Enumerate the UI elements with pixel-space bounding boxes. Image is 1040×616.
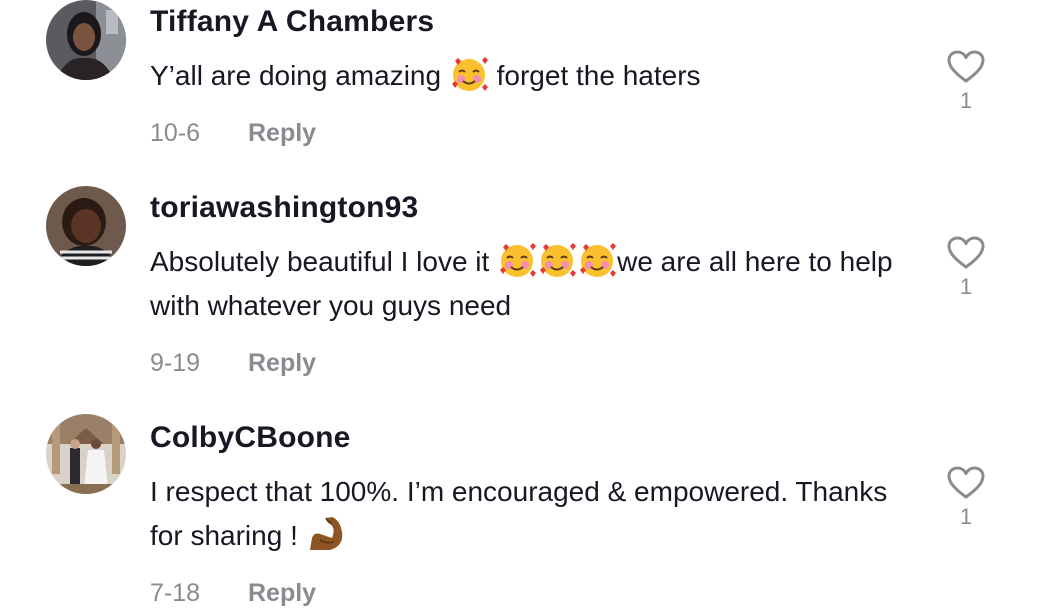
heart-icon [947, 466, 985, 499]
smiling-face-with-hearts-emoji [497, 240, 537, 280]
comment-text: Y’all are doing amazing forget the hater… [150, 54, 910, 98]
comment-body: Tiffany A Chambers Y’all are doing amazi… [150, 4, 910, 148]
like-button[interactable]: 1 [944, 236, 988, 300]
comment-date: 7-18 [150, 579, 201, 607]
like-count: 1 [959, 88, 973, 113]
reply-button[interactable]: Reply [248, 349, 316, 377]
heart-icon [947, 236, 985, 269]
reply-button[interactable]: Reply [248, 579, 316, 607]
avatar-photo-icon [46, 414, 126, 494]
comment-meta: 7-18 Reply [150, 578, 910, 608]
like-count: 1 [959, 504, 973, 529]
like-count: 1 [959, 274, 973, 299]
comment-meta: 9-19 Reply [150, 348, 910, 378]
like-button[interactable]: 1 [944, 50, 988, 114]
comment-username[interactable]: Tiffany A Chambers [150, 4, 910, 40]
comment-text: I respect that 100%. I’m encouraged & em… [150, 470, 910, 558]
comment-username[interactable]: toriawashington93 [150, 190, 910, 226]
user-avatar[interactable] [46, 0, 126, 80]
comment-body: toriawashington93 Absolutely beautiful I… [150, 190, 910, 378]
comment-text-part: I respect that 100%. I’m encouraged & em… [150, 476, 888, 551]
reply-button[interactable]: Reply [248, 119, 316, 147]
comment-meta: 10-6 Reply [150, 118, 910, 148]
heart-icon [947, 50, 985, 83]
flexed-biceps-emoji [306, 514, 346, 554]
comment-body: ColbyCBoone I respect that 100%. I’m enc… [150, 420, 910, 608]
avatar-photo-icon [46, 0, 126, 80]
user-avatar[interactable] [46, 186, 126, 266]
avatar-photo-icon [46, 186, 126, 266]
comment-text-part: forget the haters [488, 60, 701, 91]
comment-text-part: Absolutely beautiful I love it [150, 246, 498, 277]
smiling-face-with-hearts-emoji [449, 54, 489, 94]
comment-username[interactable]: ColbyCBoone [150, 420, 910, 456]
comment-date: 10-6 [150, 119, 201, 147]
like-button[interactable]: 1 [944, 466, 988, 530]
comment-text: Absolutely beautiful I love it we are al… [150, 240, 910, 328]
user-avatar[interactable] [46, 414, 126, 494]
comment-text-part: Y’all are doing amazing [150, 60, 449, 91]
comment-list: Tiffany A Chambers Y’all are doing amazi… [0, 0, 1040, 616]
smiling-face-with-hearts-emoji [537, 240, 577, 280]
smiling-face-with-hearts-emoji [577, 240, 617, 280]
comment-date: 9-19 [150, 349, 201, 377]
